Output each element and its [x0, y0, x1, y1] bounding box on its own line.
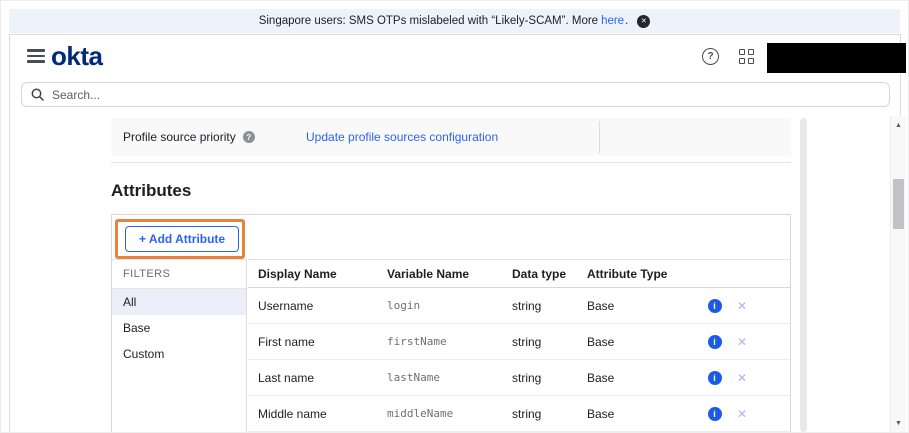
profile-source-priority-row: Profile source priority Update profile s…	[111, 118, 791, 156]
scroll-down-arrow-icon[interactable]	[891, 416, 906, 430]
profile-source-priority-label: Profile source priority	[123, 130, 255, 144]
table-row: First name firstName string Base	[248, 324, 790, 360]
search-bar[interactable]	[21, 82, 890, 107]
column-data-type: Data type	[512, 267, 587, 281]
profile-source-help-icon[interactable]	[243, 131, 255, 143]
cell-data-type: string	[512, 335, 587, 349]
remove-icon[interactable]	[737, 299, 747, 313]
column-variable-name: Variable Name	[387, 267, 512, 281]
vertical-scrollbar[interactable]	[890, 116, 906, 432]
table-row: Last name lastName string Base	[248, 360, 790, 396]
column-display-name: Display Name	[248, 267, 387, 281]
menu-hamburger-icon[interactable]	[27, 49, 45, 63]
divider	[599, 121, 600, 153]
cell-attribute-type: Base	[587, 335, 702, 349]
okta-admin-page: Singapore users: SMS OTPs mislabeled wit…	[0, 0, 909, 433]
cell-variable-name: login	[387, 299, 512, 312]
cell-attribute-type: Base	[587, 299, 702, 313]
filters-sidebar: FILTERS All Base Custom	[112, 259, 247, 432]
cell-display-name: First name	[248, 335, 387, 349]
info-icon[interactable]	[708, 371, 722, 385]
remove-icon[interactable]	[737, 335, 747, 349]
info-icon[interactable]	[708, 299, 722, 313]
banner-link[interactable]: here	[601, 15, 624, 27]
cell-variable-name: firstName	[387, 335, 512, 348]
banner-close-icon[interactable]	[637, 15, 650, 28]
cell-variable-name: lastName	[387, 371, 512, 384]
cell-data-type: string	[512, 299, 587, 313]
info-icon[interactable]	[708, 407, 722, 421]
update-profile-sources-link[interactable]: Update profile sources configuration	[306, 130, 498, 144]
profile-source-priority-text: Profile source priority	[123, 130, 236, 144]
search-input[interactable]	[50, 87, 880, 103]
scrollbar-thumb[interactable]	[893, 179, 904, 229]
remove-icon[interactable]	[737, 371, 747, 385]
cell-display-name: Username	[248, 299, 387, 313]
scroll-up-arrow-icon[interactable]	[891, 118, 906, 132]
apps-grid-icon[interactable]	[739, 49, 754, 64]
filter-item-all[interactable]: All	[112, 289, 246, 315]
filter-item-custom[interactable]: Custom	[112, 341, 246, 367]
inner-pane-scrollbar[interactable]	[800, 118, 807, 432]
cell-display-name: Middle name	[248, 407, 387, 421]
info-icon[interactable]	[708, 335, 722, 349]
filter-item-base[interactable]: Base	[112, 315, 246, 341]
help-icon[interactable]	[702, 48, 719, 65]
search-icon	[31, 88, 44, 101]
remove-icon[interactable]	[737, 407, 747, 421]
notification-banner: Singapore users: SMS OTPs mislabeled wit…	[9, 9, 900, 33]
cell-attribute-type: Base	[587, 407, 702, 421]
banner-suffix: .	[625, 15, 628, 27]
cell-data-type: string	[512, 371, 587, 385]
highlight-annotation-box	[115, 219, 245, 259]
page-title: Attributes	[111, 181, 191, 201]
table-row: Middle name middleName string Base	[248, 396, 790, 432]
filters-label: FILTERS	[112, 260, 246, 289]
cell-variable-name: middleName	[387, 407, 512, 420]
cell-attribute-type: Base	[587, 371, 702, 385]
section-divider	[111, 162, 791, 163]
attributes-table-body: Username login string Base First name fi…	[248, 288, 790, 432]
table-header-row: Display Name Variable Name Data type Att…	[248, 259, 790, 288]
table-row: Username login string Base	[248, 288, 790, 324]
column-attribute-type: Attribute Type	[587, 267, 702, 281]
account-redacted-block	[767, 43, 906, 73]
cell-display-name: Last name	[248, 371, 387, 385]
banner-message: Singapore users: SMS OTPs mislabeled wit…	[259, 15, 598, 27]
cell-data-type: string	[512, 407, 587, 421]
okta-logo: okta	[51, 41, 102, 72]
